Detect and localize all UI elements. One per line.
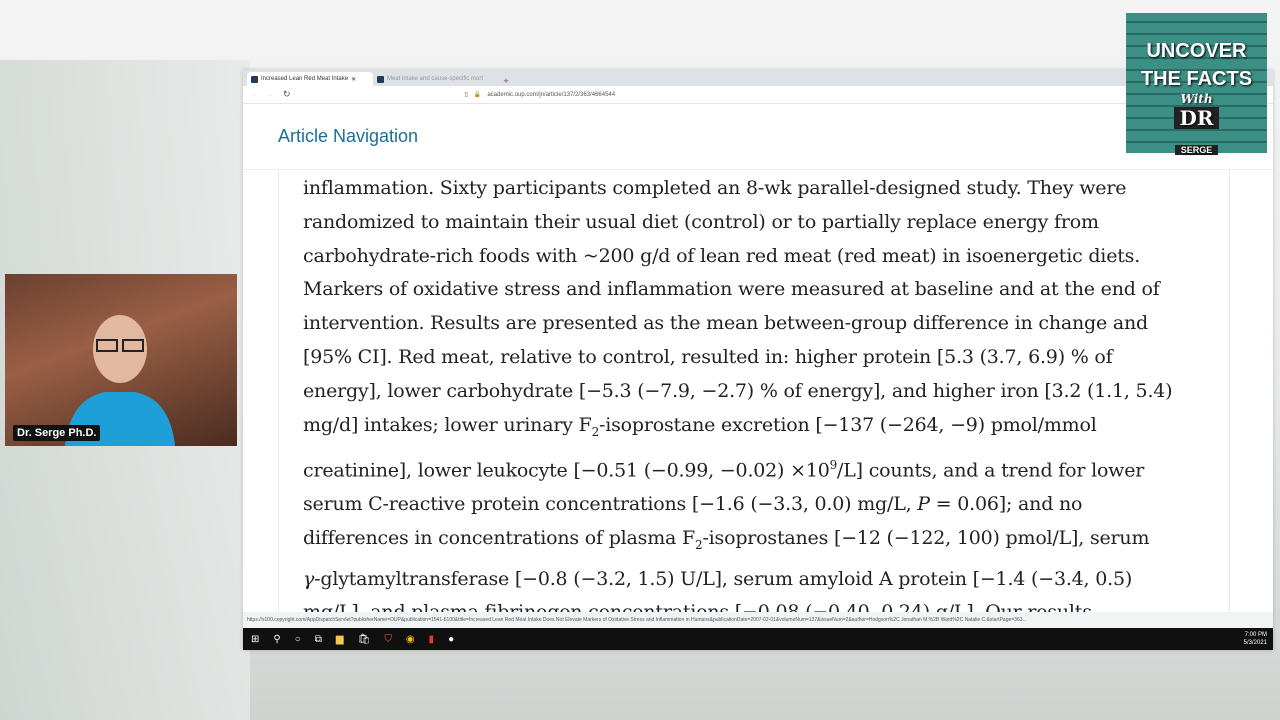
- abstract-text-segment: P: [917, 493, 930, 516]
- url-field[interactable]: ▯ 🔒 academic.oup.com/jn/article/137/2/36…: [461, 88, 1011, 101]
- logo-text: DR: [1173, 107, 1220, 129]
- tab-label: Increased Lean Red Meat Intake: [261, 76, 349, 82]
- cortana-icon[interactable]: ○: [295, 634, 301, 645]
- abstract-text-segment: serum C-reactive protein concentrations …: [303, 493, 918, 516]
- abstract-text-segment: mg/d] intakes; lower urinary F: [303, 413, 592, 436]
- abstract-line: mg/d] intakes; lower urinary F2-isoprost…: [303, 409, 1229, 450]
- abstract-text-segment: energy], lower carbohydrate [−5.3 (−7.9,…: [303, 379, 1173, 402]
- abstract-text-segment: -isoprostane excretion [−137 (−264, −9) …: [599, 413, 1097, 436]
- abstract-line: γ-glytamyltransferase [−0.8 (−3.2, 1.5) …: [303, 563, 1229, 597]
- obs-icon[interactable]: ●: [448, 634, 454, 645]
- back-icon[interactable]: ←: [251, 92, 257, 98]
- tab-article[interactable]: Increased Lean Red Meat Intake ✕: [247, 72, 373, 86]
- abstract-panel: inflammation. Sixty participants complet…: [278, 170, 1230, 612]
- bookmark-icon[interactable]: ▯: [465, 91, 468, 98]
- abstract-text-segment: 9: [829, 458, 838, 473]
- file-explorer-icon[interactable]: ▆: [336, 634, 344, 645]
- presenter-image: [65, 315, 175, 446]
- abstract-text-segment: γ: [303, 567, 315, 590]
- reload-icon[interactable]: ↻: [283, 89, 291, 100]
- task-view-icon[interactable]: ⧉: [315, 634, 322, 645]
- status-bar-url: https://s100.copyright.com/AppDispatchSe…: [243, 612, 1273, 628]
- tab-bar: Increased Lean Red Meat Intake ✕ Meat int…: [243, 70, 1273, 86]
- forward-icon[interactable]: →: [267, 92, 273, 98]
- taskbar: ⊞ ⚲ ○ ⧉ ▆ 🛍 ⛉ ◉ ▮ ● 7:00 PM 5/3/2021: [243, 628, 1273, 650]
- abstract-line: mg/L], and plasma fibrinogen concentrati…: [303, 596, 1229, 612]
- abstract-line: serum C-reactive protein concentrations …: [303, 488, 1229, 522]
- abstract-text-segment: inflammation. Sixty participants complet…: [303, 177, 1127, 199]
- tab-meat-intake[interactable]: Meat intake and cause-specific mort: [373, 72, 499, 86]
- lock-icon: 🔒: [473, 92, 482, 98]
- page-content: Article Navigation inflammation. Sixty p…: [243, 104, 1273, 612]
- search-icon[interactable]: ⚲: [273, 634, 280, 645]
- abstract-line: [95% CI]. Red meat, relative to control,…: [303, 341, 1229, 375]
- browser-window: Increased Lean Red Meat Intake ✕ Meat int…: [243, 70, 1273, 650]
- abstract-text-segment: creatinine], lower leukocyte [−0.51 (−0.…: [303, 459, 830, 482]
- abstract-line: differences in concentrations of plasma …: [303, 522, 1229, 563]
- abstract-line: creatinine], lower leukocyte [−0.51 (−0.…: [303, 449, 1229, 488]
- brave-icon[interactable]: ⛉: [384, 634, 392, 645]
- abstract-line: intervention. Results are presented as t…: [303, 307, 1229, 341]
- abstract-line: energy], lower carbohydrate [−5.3 (−7.9,…: [303, 375, 1229, 409]
- logo-text: UNCOVER: [1146, 40, 1247, 62]
- chrome-icon[interactable]: ◉: [406, 634, 415, 645]
- abstract-line: randomized to maintain their usual diet …: [303, 206, 1229, 240]
- abstract-text-segment: [95% CI]. Red meat, relative to control,…: [303, 345, 1113, 368]
- windows-start-icon[interactable]: ⊞: [251, 634, 259, 645]
- logo-text: With: [1180, 92, 1213, 106]
- abstract-text-segment: = 0.06]; and no: [929, 493, 1083, 516]
- abstract-text-segment: -isoprostanes [−12 (−122, 100) pmol/L], …: [702, 527, 1150, 550]
- logo-text: THE FACTS: [1140, 68, 1253, 90]
- clock-date: 5/3/2021: [1243, 640, 1267, 646]
- abstract-line: Markers of oxidative stress and inflamma…: [303, 273, 1229, 307]
- abstract-text-segment: 2: [591, 424, 600, 439]
- address-bar: ← → ↻ ▯ 🔒 academic.oup.com/jn/article/13…: [243, 86, 1273, 104]
- store-icon[interactable]: 🛍: [358, 634, 371, 645]
- abstract-text-segment: Markers of oxidative stress and inflamma…: [303, 278, 1160, 301]
- new-tab-button[interactable]: +: [499, 76, 513, 86]
- app-icon[interactable]: ▮: [429, 634, 435, 645]
- close-tab-icon[interactable]: ✕: [351, 76, 356, 83]
- abstract-text-segment: carbohydrate-rich foods with ~200 g/d of…: [303, 244, 1141, 267]
- logo-text: SERGE: [1174, 145, 1219, 155]
- channel-logo: UNCOVER THE FACTS With DR SERGE: [1126, 13, 1267, 155]
- abstract-text-segment: differences in concentrations of plasma …: [303, 527, 695, 550]
- url-text: academic.oup.com/jn/article/137/2/363/46…: [487, 91, 616, 98]
- article-navigation[interactable]: Article Navigation: [243, 104, 1273, 170]
- abstract-line: carbohydrate-rich foods with ~200 g/d of…: [303, 240, 1229, 274]
- abstract-text-segment: -glytamyltransferase [−0.8 (−3.2, 1.5) U…: [314, 567, 1133, 590]
- oup-favicon: [377, 75, 384, 83]
- clock-time: 7:00 PM: [1244, 632, 1267, 638]
- abstract-line: inflammation. Sixty participants complet…: [303, 172, 1229, 206]
- abstract-text: inflammation. Sixty participants complet…: [279, 170, 1229, 612]
- webcam-overlay: Dr. Serge Ph.D.: [5, 274, 237, 446]
- presenter-name: Dr. Serge Ph.D.: [13, 425, 101, 441]
- abstract-text-segment: mg/L], and plasma fibrinogen concentrati…: [303, 601, 1092, 612]
- system-clock[interactable]: 7:00 PM 5/3/2021: [1244, 631, 1267, 647]
- abstract-text-segment: intervention. Results are presented as t…: [303, 312, 1149, 335]
- abstract-text-segment: randomized to maintain their usual diet …: [303, 210, 1099, 233]
- abstract-text-segment: /L] counts, and a trend for lower: [837, 459, 1145, 482]
- oup-favicon: [251, 75, 258, 83]
- tab-label: Meat intake and cause-specific mort: [387, 76, 484, 82]
